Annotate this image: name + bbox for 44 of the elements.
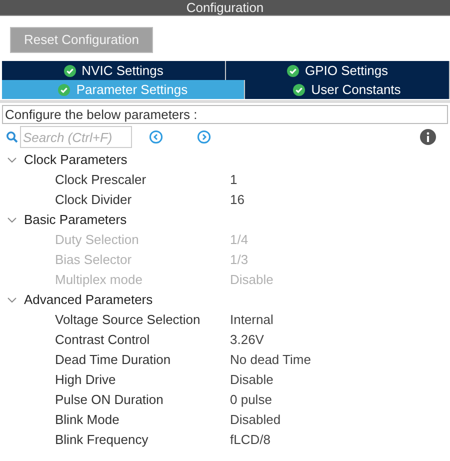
parameter-value: Internal xyxy=(230,311,274,330)
parameter-name: Blink Mode xyxy=(55,411,120,430)
info-icon[interactable] xyxy=(420,129,436,145)
parameter-value: 3.26V xyxy=(230,331,264,350)
parameter-value: Disable xyxy=(230,271,274,290)
window-title: Configuration xyxy=(0,0,450,16)
parameter-name: Voltage Source Selection xyxy=(55,311,202,330)
parameter-value: 0 pulse xyxy=(230,391,272,410)
parameter-name: Bias Selector xyxy=(55,251,133,270)
group-label: Advanced Parameters xyxy=(24,291,153,310)
parameter-value: Disable xyxy=(230,371,274,390)
check-circle-icon xyxy=(286,64,299,76)
search-field[interactable]: Search (Ctrl+F) xyxy=(20,126,132,148)
group-label: Basic Parameters xyxy=(24,211,127,230)
parameter-value: 16 xyxy=(230,191,244,210)
parameter-name: Contrast Control xyxy=(55,331,151,350)
parameter-name: Blink Frequency xyxy=(55,431,150,450)
parameter-value: 1/4 xyxy=(230,231,248,250)
chevron-icon[interactable] xyxy=(7,155,17,165)
tab[interactable]: GPIO Settings xyxy=(226,61,450,80)
parameter-value: 1 xyxy=(230,171,238,190)
parameter-value: No dead Time xyxy=(230,351,311,370)
parameter-name: High Drive xyxy=(55,371,117,390)
parameter-name: Pulse ON Duration xyxy=(55,391,164,410)
parameter-name: Dead Time Duration xyxy=(55,351,172,370)
check-circle-icon xyxy=(58,84,70,96)
check-circle-icon xyxy=(64,64,76,76)
previous-icon[interactable] xyxy=(149,130,163,144)
parameter-value: 1/3 xyxy=(230,251,248,270)
check-circle-icon xyxy=(293,84,306,96)
group-label: Clock Parameters xyxy=(24,151,128,170)
next-icon[interactable] xyxy=(197,130,211,144)
tab[interactable]: User Constants xyxy=(245,80,450,99)
chevron-icon[interactable] xyxy=(7,215,17,225)
search-icon xyxy=(6,131,18,143)
parameter-name: Clock Prescaler xyxy=(55,171,148,190)
parameter-value: Disabled xyxy=(230,411,281,430)
parameter-value: fLCD/8 xyxy=(230,431,270,450)
tab[interactable]: NVIC Settings xyxy=(2,61,226,80)
chevron-icon[interactable] xyxy=(7,295,17,305)
parameter-name: Duty Selection xyxy=(55,231,140,250)
parameter-name: Multiplex mode xyxy=(55,271,144,290)
instruction-text: Configure the below parameters : xyxy=(2,105,448,124)
parameter-name: Clock Divider xyxy=(55,191,133,210)
